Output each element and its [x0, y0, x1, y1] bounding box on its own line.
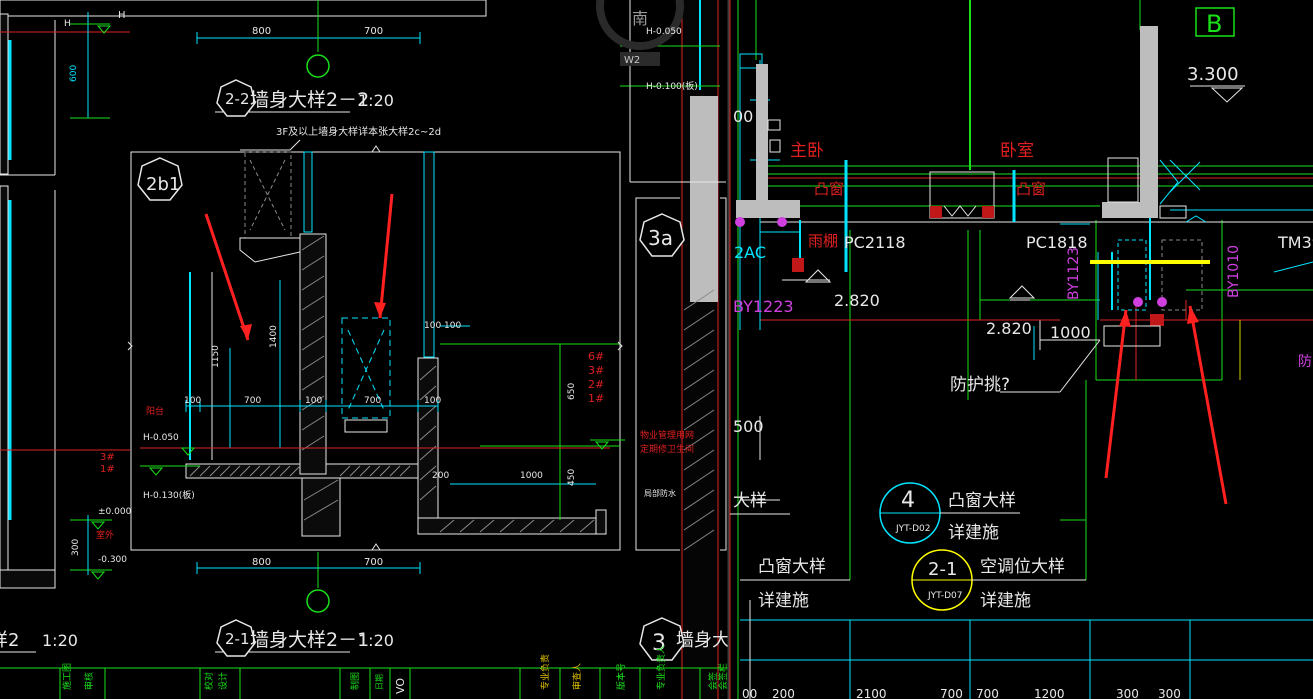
red-arrow-left-head [1119, 310, 1131, 327]
red-arrow-right-head [1187, 306, 1199, 324]
detail-left-sub: 详建施 [758, 591, 809, 611]
label-canopy: 雨棚 [808, 232, 838, 250]
label-fang: 防 [1298, 354, 1312, 370]
code-by1123: BY1123 [1066, 247, 1082, 300]
right-drawing-viewport[interactable]: B 3.300 主卧 卧室 凸窗 凸窗 雨棚 PC2118 PC1818 TM3… [0, 0, 1313, 699]
detail-far-title: 大样 [733, 491, 767, 511]
detail-2-1-sub: 详建施 [980, 591, 1031, 611]
code-pc2118: PC2118 [844, 233, 906, 252]
magenta-dot [1157, 297, 1167, 307]
detail-2-1-ref: JYT-D07 [927, 591, 962, 601]
label-bay-window-1: 凸窗 [814, 180, 844, 198]
bottom-dim-1: 200 [772, 687, 795, 699]
axis-b-label: B [1206, 10, 1222, 38]
red-arrow-left [1104, 309, 1128, 479]
detail-4-number: 4 [901, 488, 915, 513]
magenta-dot [777, 217, 787, 227]
bottom-dim-2: 2100 [856, 687, 887, 699]
question-protection: 防护挑? [950, 375, 1010, 395]
room-master-bedroom: 主卧 [790, 141, 824, 161]
dim-500: 500 [733, 417, 764, 436]
bottom-dim-7: 300 [1158, 687, 1181, 699]
red-arrow-right [1188, 305, 1228, 505]
detail-4-ref: JYT-D02 [895, 524, 930, 534]
level-2820-b: 2.820 [986, 319, 1032, 338]
dim-1000-right: 1000 [1050, 323, 1091, 342]
gray-walls [736, 26, 1158, 218]
cad-canvas[interactable]: H H 600 800 700 800 700 2-2 墙身大样2－2 1:20… [0, 0, 1313, 699]
bottom-dim-0: 00 [742, 687, 757, 699]
code-2ac: 2AC [734, 243, 766, 262]
detail-4-sub: 详建施 [948, 523, 999, 543]
bottom-dim-6: 300 [1116, 687, 1139, 699]
detail-4-title: 凸窗大样 [948, 491, 1016, 511]
magenta-dot [1133, 297, 1143, 307]
code-by1010: BY1010 [1226, 245, 1242, 298]
room-bedroom: 卧室 [1000, 141, 1034, 161]
magenta-dot [735, 217, 745, 227]
detail-left-title: 凸窗大样 [758, 557, 826, 577]
detail-2-1-title: 空调位大样 [980, 557, 1065, 577]
label-bay-window-2: 凸窗 [1016, 180, 1046, 198]
detail-2-1-number: 2-1 [928, 559, 957, 580]
bottom-dim-5: 1200 [1034, 687, 1065, 699]
dim-00: 00 [733, 107, 753, 126]
code-by1223: BY1223 [733, 297, 794, 316]
code-tm39: TM39 [1277, 233, 1313, 252]
bottom-dim-4: 700 [976, 687, 999, 699]
level-3300: 3.300 [1187, 64, 1239, 85]
level-2820-a: 2.820 [834, 291, 880, 310]
cyan-elements [739, 53, 1313, 360]
bottom-dim-3: 700 [940, 687, 963, 699]
